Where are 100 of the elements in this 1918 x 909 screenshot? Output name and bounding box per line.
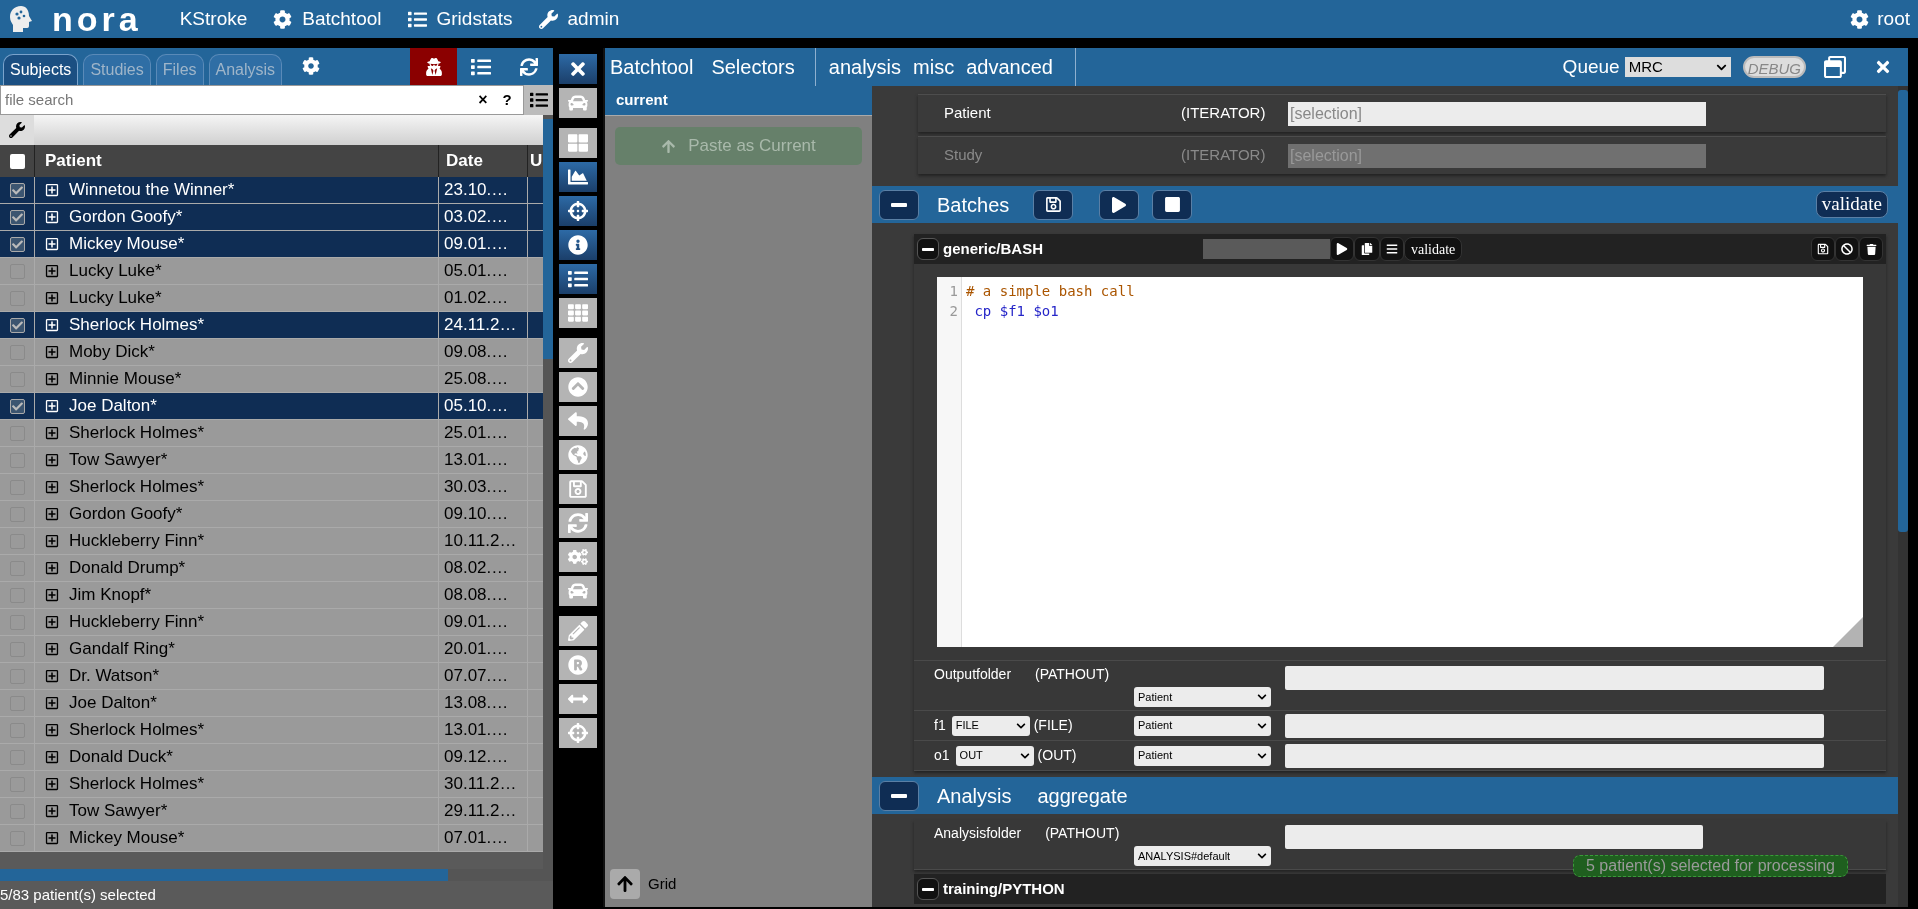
expand-icon[interactable] (45, 210, 59, 224)
table-row[interactable]: Tow Sawyer* 13.01.… (0, 447, 543, 474)
expand-icon[interactable] (45, 561, 59, 575)
toolbar-button[interactable] (559, 264, 597, 294)
expand-icon[interactable] (45, 588, 59, 602)
source-select[interactable]: Patient (1134, 715, 1271, 736)
expand-icon[interactable] (45, 507, 59, 521)
scrollbar-thumb[interactable] (1898, 90, 1908, 532)
user-menu[interactable]: root (1850, 4, 1910, 34)
expand-icon[interactable] (45, 399, 59, 413)
table-row[interactable]: Dr. Watson* 07.07.… (0, 663, 543, 690)
collapse-button[interactable] (879, 780, 919, 811)
path-input[interactable] (1285, 743, 1824, 768)
menu-link[interactable]: Batchtool (273, 4, 382, 34)
expand-icon[interactable] (45, 264, 59, 278)
expand-icon[interactable] (45, 642, 59, 656)
table-row[interactable]: Minnie Mouse* 25.08.… (0, 366, 543, 393)
table-row[interactable]: Moby Dick* 09.08.… (0, 339, 543, 366)
row-checkbox[interactable] (9, 317, 25, 333)
path-input[interactable] (1285, 713, 1824, 738)
table-row[interactable]: Sherlock Holmes* 30.11.2… (0, 771, 543, 798)
table-row[interactable]: Sherlock Holmes* 30.03.… (0, 474, 543, 501)
source-select[interactable]: Patient (1134, 687, 1271, 707)
table-row[interactable]: Joe Dalton* 05.10.… (0, 393, 543, 420)
table-row[interactable]: Mickey Mouse* 09.01.… (0, 231, 543, 258)
table-row[interactable]: Sherlock Holmes* 25.01.… (0, 420, 543, 447)
menu-link[interactable]: admin (538, 4, 620, 34)
expand-icon[interactable] (45, 615, 59, 629)
expand-icon[interactable] (45, 696, 59, 710)
format-select[interactable]: FILE (951, 715, 1030, 736)
menu-link[interactable]: Gridstats (407, 4, 513, 34)
help-button[interactable]: ? (495, 88, 519, 112)
queue-select[interactable]: MRC (1624, 57, 1731, 77)
format-select[interactable]: OUT (955, 745, 1034, 766)
expand-icon[interactable] (45, 345, 59, 359)
expand-icon[interactable] (45, 480, 59, 494)
copy-button[interactable] (1354, 237, 1380, 261)
table-row[interactable]: Donald Drump* 08.02.… (0, 555, 543, 582)
expand-icon[interactable] (45, 183, 59, 197)
collapse-button[interactable] (917, 238, 939, 260)
row-checkbox[interactable] (9, 209, 25, 225)
toolbar-button[interactable] (559, 54, 597, 84)
scrollbar-thumb[interactable] (543, 119, 553, 359)
row-checkbox[interactable] (9, 236, 25, 252)
tab[interactable]: Subjects (3, 54, 79, 85)
project-link[interactable]: KStroke (179, 4, 248, 34)
table-row[interactable]: Lucky Luke* 01.02.… (0, 285, 543, 312)
expand-icon[interactable] (45, 534, 59, 548)
expand-icon[interactable] (45, 237, 59, 251)
expand-icon[interactable] (45, 804, 59, 818)
save-button[interactable] (1033, 189, 1074, 220)
expand-icon[interactable] (45, 291, 59, 305)
toolbar-button[interactable] (559, 196, 597, 226)
validate-button[interactable]: validate (1815, 191, 1888, 218)
incognito-button[interactable] (410, 48, 457, 85)
row-checkbox[interactable] (9, 398, 25, 414)
row-checkbox[interactable] (9, 182, 25, 198)
table-row[interactable]: Mickey Mouse* 07.01.… (0, 825, 543, 852)
settings-icon[interactable] (302, 57, 321, 75)
save-button[interactable] (1811, 237, 1835, 261)
clear-button[interactable]: × (471, 88, 495, 112)
expand-icon[interactable] (45, 777, 59, 791)
window-menu[interactable]: analysis (828, 52, 902, 82)
table-row[interactable]: Sherlock Holmes* 13.01.… (0, 717, 543, 744)
table-row[interactable]: Winnetou the Winner* 23.10.… (0, 177, 543, 204)
table-row[interactable]: Sherlock Holmes* 24.11.2… (0, 312, 543, 339)
wrench-icon[interactable] (9, 122, 25, 138)
expand-icon[interactable] (45, 750, 59, 764)
source-select[interactable]: Patient (1134, 745, 1271, 766)
toolbar-button[interactable] (559, 162, 597, 192)
restore-icon[interactable] (1824, 56, 1846, 78)
expand-icon[interactable] (45, 426, 59, 440)
close-icon[interactable] (1874, 58, 1892, 76)
window-menu[interactable]: advanced (966, 52, 1053, 82)
expand-icon[interactable] (45, 318, 59, 332)
run-button[interactable] (1330, 237, 1354, 261)
delete-button[interactable] (1859, 237, 1883, 261)
table-row[interactable]: Gordon Goofy* 03.02.… (0, 204, 543, 231)
validate-button[interactable]: validate (1404, 237, 1463, 261)
brand-logo[interactable]: nora (52, 2, 142, 36)
table-row[interactable]: Joe Dalton* 13.08.… (0, 690, 543, 717)
table-row[interactable]: Lucky Luke* 05.01.… (0, 258, 543, 285)
collapse-button[interactable] (879, 189, 919, 220)
expand-icon[interactable] (45, 372, 59, 386)
table-row[interactable]: Huckleberry Finn* 10.11.2… (0, 528, 543, 555)
expand-icon[interactable] (45, 453, 59, 467)
path-input[interactable] (1285, 666, 1824, 690)
path-input[interactable] (1285, 825, 1703, 849)
table-row[interactable]: Huckleberry Finn* 09.01.… (0, 609, 543, 636)
run-button[interactable] (1099, 189, 1140, 220)
scrollbar-thumb[interactable] (0, 869, 448, 881)
menu-button[interactable] (1380, 237, 1404, 261)
table-row[interactable]: Tow Sawyer* 29.11.2… (0, 798, 543, 825)
table-row[interactable]: Gordon Goofy* 09.10.… (0, 501, 543, 528)
table-row[interactable]: Gandalf Ring* 20.01.… (0, 636, 543, 663)
table-row[interactable]: Donald Duck* 09.12.… (0, 744, 543, 771)
disable-button[interactable] (1835, 237, 1859, 261)
search-field[interactable]: file search × ? (0, 85, 524, 115)
expand-icon[interactable] (45, 831, 59, 845)
toolbar-button[interactable] (559, 230, 597, 260)
